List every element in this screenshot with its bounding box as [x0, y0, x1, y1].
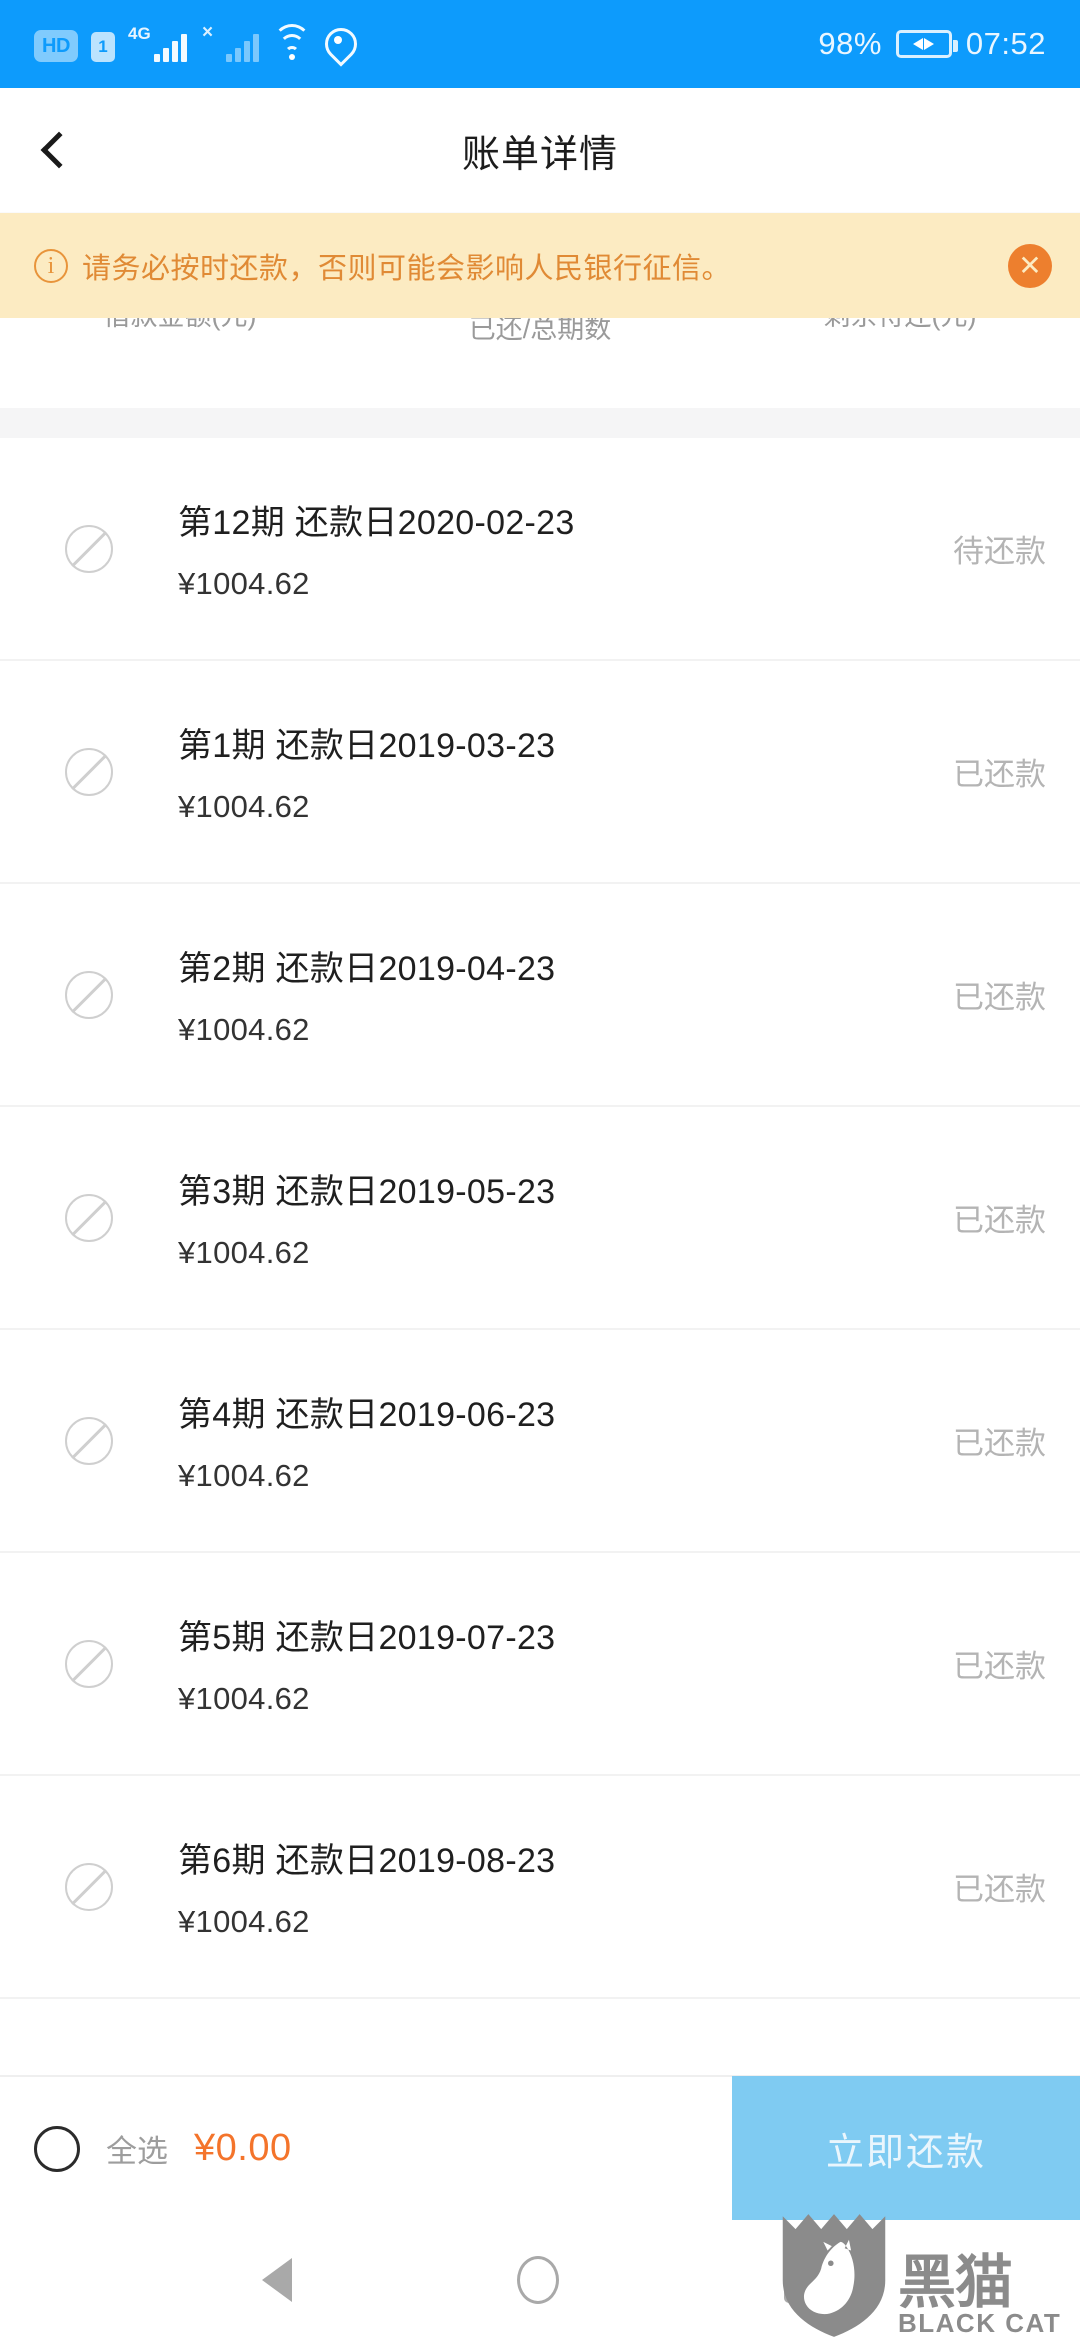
status-bar-right-icons: 98% 07:52	[818, 26, 1046, 62]
warning-banner: i 请务必按时还款，否则可能会影响人民银行征信。 ✕	[0, 213, 1080, 318]
table-row[interactable]: 第6期 还款日2019-08-23 ¥1004.62 已还款	[0, 1776, 1080, 1999]
table-row[interactable]: 第7期 还款日2019-09-23 ¥1004.62 已还款	[0, 1999, 1080, 2048]
app-header: 账单详情	[0, 88, 1080, 213]
row-checkbox[interactable]	[0, 524, 178, 573]
row-content: 第4期 还款日2019-06-23 ¥1004.62	[178, 1387, 866, 1494]
warning-banner-text: 请务必按时还款，否则可能会影响人民银行征信。	[82, 252, 732, 285]
status-bar: HD 1 4G × 98% 07:52	[0, 0, 1080, 88]
table-row[interactable]: 第5期 还款日2019-07-23 ¥1004.62 已还款	[0, 1553, 1080, 1776]
repay-now-button[interactable]: 立即还款	[732, 2076, 1080, 2221]
bottom-action-bar: 全选 ¥0.00 立即还款	[0, 2075, 1080, 2221]
installment-amount: ¥1004.62	[178, 566, 310, 601]
installment-amount: ¥1004.62	[178, 1681, 310, 1716]
loan-summary-section: 10000.00 借款金额(元) 11/12期 已还/总期数 1004.62 剩…	[0, 213, 1080, 408]
no-signal-label: ×	[202, 22, 214, 43]
close-icon[interactable]: ✕	[1008, 243, 1052, 288]
status-badge: 已还款	[953, 980, 1046, 1015]
row-checkbox[interactable]	[0, 1639, 178, 1688]
row-checkbox[interactable]	[0, 747, 178, 796]
nav-back-triangle-icon[interactable]	[262, 2258, 293, 2302]
total-amount-value: ¥0.00	[194, 2127, 292, 2169]
installment-title: 第5期 还款日2019-07-23	[178, 1619, 556, 1657]
network-type-label: 4G	[128, 24, 151, 43]
status-badge: 已还款	[953, 757, 1046, 792]
circle-slash-icon	[65, 1639, 113, 1688]
installment-list[interactable]: 第12期 还款日2020-02-23 ¥1004.62 待还款 第1期 还款日2…	[0, 438, 1080, 2048]
android-nav-bar	[0, 2220, 1080, 2340]
info-circle-icon: i	[34, 248, 68, 283]
circle-slash-icon	[65, 970, 113, 1019]
row-content: 第5期 还款日2019-07-23 ¥1004.62	[178, 1610, 866, 1717]
battery-percent-label: 98%	[818, 26, 882, 61]
clock-label: 07:52	[965, 26, 1046, 61]
hd-icon: HD	[34, 30, 78, 62]
row-content: 第3期 还款日2019-05-23 ¥1004.62	[178, 1164, 866, 1271]
installment-title: 第4期 还款日2019-06-23	[178, 1396, 556, 1434]
status-bar-left-icons: HD 1 4G ×	[34, 22, 351, 62]
sim1-icon: 1	[91, 32, 115, 62]
installment-title: 第1期 还款日2019-03-23	[178, 727, 556, 765]
row-content: 第12期 还款日2020-02-23 ¥1004.62	[178, 495, 866, 602]
status-badge: 已还款	[953, 1872, 1046, 1907]
status-badge: 已还款	[953, 1426, 1046, 1461]
status-badge: 已还款	[953, 1649, 1046, 1684]
row-checkbox[interactable]	[0, 1193, 178, 1242]
chevron-left-icon	[40, 131, 78, 169]
signal-4g-icon: 4G	[128, 24, 187, 62]
status-badge: 待还款	[953, 534, 1046, 569]
battery-charging-icon	[895, 30, 958, 58]
installment-title: 第2期 还款日2019-04-23	[178, 950, 556, 988]
circle-slash-icon	[65, 1862, 113, 1911]
nav-home-circle-icon[interactable]	[516, 2256, 559, 2304]
installment-amount: ¥1004.62	[178, 1904, 310, 1939]
section-divider	[0, 408, 1080, 438]
installment-amount: ¥1004.62	[178, 789, 310, 824]
status-badge: 已还款	[953, 1203, 1046, 1238]
row-checkbox[interactable]	[0, 1416, 178, 1465]
circle-slash-icon	[65, 747, 113, 796]
table-row[interactable]: 第1期 还款日2019-03-23 ¥1004.62 已还款	[0, 661, 1080, 884]
table-row[interactable]: 第4期 还款日2019-06-23 ¥1004.62 已还款	[0, 1330, 1080, 1553]
wifi-icon	[272, 24, 312, 62]
back-button[interactable]	[0, 88, 110, 213]
installment-amount: ¥1004.62	[178, 1012, 310, 1047]
table-row[interactable]: 第12期 还款日2020-02-23 ¥1004.62 待还款	[0, 438, 1080, 661]
row-content: 第1期 还款日2019-03-23 ¥1004.62	[178, 718, 866, 825]
row-checkbox[interactable]	[0, 1862, 178, 1911]
location-pin-icon	[325, 28, 351, 62]
select-all-label: 全选	[106, 2134, 168, 2169]
circle-slash-icon	[65, 524, 113, 573]
installment-title: 第12期 还款日2020-02-23	[178, 504, 575, 542]
circle-slash-icon	[65, 1416, 113, 1465]
signal-none-icon: ×	[200, 22, 259, 62]
select-all-checkbox[interactable]	[34, 2125, 80, 2172]
page-title: 账单详情	[461, 133, 618, 176]
row-content: 第2期 还款日2019-04-23 ¥1004.62	[178, 941, 866, 1048]
row-checkbox[interactable]	[0, 970, 178, 1019]
nav-recents-square-icon[interactable]	[783, 2257, 818, 2303]
circle-slash-icon	[65, 1193, 113, 1242]
table-row[interactable]: 第2期 还款日2019-04-23 ¥1004.62 已还款	[0, 884, 1080, 1107]
row-content: 第6期 还款日2019-08-23 ¥1004.62	[178, 1833, 866, 1940]
installment-title: 第6期 还款日2019-08-23	[178, 1842, 556, 1880]
installment-title: 第3期 还款日2019-05-23	[178, 1173, 556, 1211]
installment-amount: ¥1004.62	[178, 1235, 310, 1270]
table-row[interactable]: 第3期 还款日2019-05-23 ¥1004.62 已还款	[0, 1107, 1080, 1330]
installment-amount: ¥1004.62	[178, 1458, 310, 1493]
